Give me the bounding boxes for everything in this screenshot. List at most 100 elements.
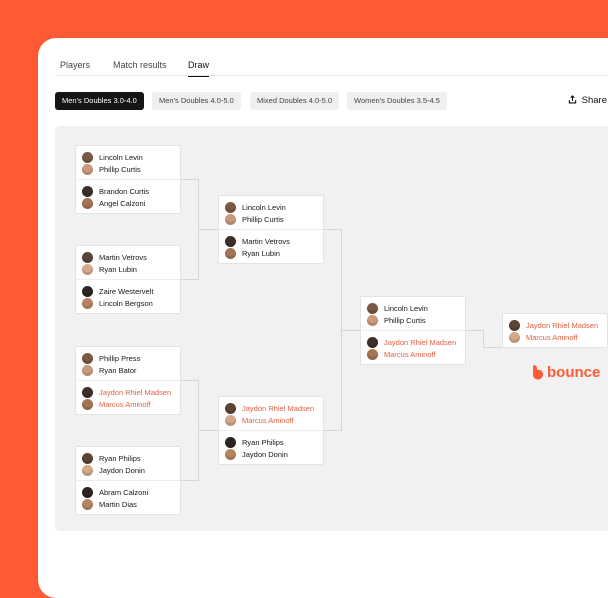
player-avatar bbox=[225, 247, 236, 259]
tab-match-results[interactable]: Match results bbox=[113, 60, 167, 76]
bracket-connector bbox=[198, 430, 218, 431]
player-name: Lincoln Bergson bbox=[99, 298, 153, 308]
player-name: Jaydon Rhiel Madsen bbox=[384, 337, 457, 347]
draw-bracket: Lincoln Levin Phillip Curtis Brandon Curti… bbox=[55, 126, 608, 531]
player-avatar bbox=[225, 436, 236, 448]
player-avatar bbox=[367, 348, 378, 360]
player-avatar bbox=[82, 163, 93, 175]
player-name: Marcus Aminoff bbox=[526, 332, 578, 342]
category-pill-mens-3-4[interactable]: Men's Doubles 3.0-4.0 bbox=[55, 92, 144, 110]
player-row: Abram Calzoni bbox=[82, 486, 180, 498]
player-row: Marcus Aminoff bbox=[82, 398, 180, 410]
winning-team: Jaydon Rhiel Madsen Marcus Aminoff bbox=[361, 330, 465, 364]
bounce-logo-text: bounce bbox=[547, 364, 601, 381]
player-name: Phillip Curtis bbox=[242, 214, 284, 224]
bounce-logo: bounce bbox=[532, 364, 600, 381]
match-card[interactable]: Lincoln Levin Phillip Curtis Martin Vetrov… bbox=[218, 195, 324, 264]
team: Martin Vetrovs Ryan Lubin bbox=[76, 246, 180, 279]
bracket-connector bbox=[181, 380, 198, 381]
player-name: Martin Vetrovs bbox=[242, 236, 290, 246]
team: Abram Calzoni Martin Dias bbox=[76, 480, 180, 514]
player-avatar bbox=[225, 414, 236, 426]
player-name: Jaydon Rhiel Madsen bbox=[99, 387, 172, 397]
winning-team: Jaydon Rhiel Madsen Marcus Aminoff bbox=[76, 380, 180, 414]
player-row: Zaire Westervelt bbox=[82, 285, 180, 297]
player-avatar bbox=[509, 331, 520, 343]
category-pill-mixed-4-5[interactable]: Mixed Doubles 4.0-5.0 bbox=[250, 92, 340, 110]
winning-team: Jaydon Rhiel Madsen Marcus Aminoff bbox=[219, 397, 323, 430]
player-row: Lincoln Levin bbox=[225, 201, 323, 213]
player-name: Ryan Philips bbox=[99, 453, 141, 463]
player-row: Jaydon Donin bbox=[82, 464, 180, 476]
app-window: Players Match results Draw Men's Doubles… bbox=[38, 38, 608, 598]
player-avatar bbox=[82, 185, 93, 197]
player-row: Phillip Curtis bbox=[225, 213, 323, 225]
player-row: Marcus Aminoff bbox=[509, 331, 607, 343]
player-avatar bbox=[82, 486, 93, 498]
team: Lincoln Levin Phillip Curtis bbox=[361, 297, 465, 330]
bracket-connector bbox=[181, 179, 198, 180]
player-avatar bbox=[367, 336, 378, 348]
player-name: Ryan Bator bbox=[99, 365, 137, 375]
player-name: Marcus Aminoff bbox=[384, 349, 436, 359]
match-card[interactable]: Ryan Philips Jaydon Donin Abram Calzoni Mar… bbox=[75, 446, 181, 515]
bracket-connector bbox=[181, 480, 198, 481]
player-name: Phillip Press bbox=[99, 353, 141, 363]
player-avatar bbox=[82, 364, 93, 376]
player-avatar bbox=[225, 201, 236, 213]
player-avatar bbox=[82, 498, 93, 510]
player-avatar bbox=[82, 352, 93, 364]
player-row: Martin Vetrovs bbox=[225, 235, 323, 247]
team: Lincoln Levin Phillip Curtis bbox=[219, 196, 323, 229]
tab-players[interactable]: Players bbox=[60, 60, 90, 76]
match-card[interactable]: Jaydon Rhiel Madsen Marcus Aminoff bbox=[502, 313, 608, 348]
player-row: Ryan Philips bbox=[82, 452, 180, 464]
player-row: Angel Calzoni bbox=[82, 197, 180, 209]
team: Ryan Philips Jaydon Donin bbox=[76, 447, 180, 480]
player-name: Marcus Aminoff bbox=[99, 399, 151, 409]
share-label: Share bbox=[581, 95, 607, 106]
player-row: Jaydon Donin bbox=[225, 448, 323, 460]
bracket-connector bbox=[483, 347, 502, 348]
player-name: Ryan Lubin bbox=[99, 264, 137, 274]
player-row: Jaydon Rhiel Madsen bbox=[367, 336, 465, 348]
player-avatar bbox=[82, 297, 93, 309]
player-row: Ryan Bator bbox=[82, 364, 180, 376]
player-avatar bbox=[82, 285, 93, 297]
match-card[interactable]: Phillip Press Ryan Bator Jaydon Rhiel Mads… bbox=[75, 346, 181, 415]
player-row: Brandon Curtis bbox=[82, 185, 180, 197]
player-name: Ryan Lubin bbox=[242, 248, 280, 258]
player-avatar bbox=[225, 213, 236, 225]
match-card[interactable]: Lincoln Levin Phillip Curtis Jaydon Rhiel … bbox=[360, 296, 466, 365]
team: Phillip Press Ryan Bator bbox=[76, 347, 180, 380]
player-name: Phillip Curtis bbox=[99, 164, 141, 174]
team: Lincoln Levin Phillip Curtis bbox=[76, 146, 180, 179]
share-button[interactable]: Share bbox=[568, 95, 607, 106]
bracket-connector bbox=[483, 330, 484, 347]
player-row: Phillip Curtis bbox=[367, 314, 465, 326]
player-row: Jaydon Rhiel Madsen bbox=[225, 402, 323, 414]
match-card[interactable]: Lincoln Levin Phillip Curtis Brandon Curti… bbox=[75, 145, 181, 214]
player-name: Marcus Aminoff bbox=[242, 415, 294, 425]
player-avatar bbox=[509, 319, 520, 331]
player-name: Lincoln Levin bbox=[99, 152, 143, 162]
bracket-connector bbox=[181, 279, 198, 280]
player-avatar bbox=[82, 452, 93, 464]
player-name: Phillip Curtis bbox=[384, 315, 426, 325]
player-avatar bbox=[82, 197, 93, 209]
category-pill-mens-4-5[interactable]: Men's Doubles 4.0-5.0 bbox=[152, 92, 241, 110]
player-name: Lincoln Levin bbox=[242, 202, 286, 212]
bracket-connector bbox=[198, 229, 218, 230]
match-card[interactable]: Jaydon Rhiel Madsen Marcus Aminoff Ryan Ph… bbox=[218, 396, 324, 465]
bracket-connector bbox=[466, 330, 483, 331]
team: Martin Vetrovs Ryan Lubin bbox=[219, 229, 323, 263]
player-row: Phillip Curtis bbox=[82, 163, 180, 175]
tab-bar: Players Match results Draw bbox=[60, 60, 608, 82]
player-row: Marcus Aminoff bbox=[225, 414, 323, 426]
match-card[interactable]: Martin Vetrovs Ryan Lubin Zaire Westervelt… bbox=[75, 245, 181, 314]
player-row: Ryan Lubin bbox=[225, 247, 323, 259]
team: Brandon Curtis Angel Calzoni bbox=[76, 179, 180, 213]
category-pill-womens-3-5[interactable]: Women's Doubles 3.5-4.5 bbox=[347, 92, 447, 110]
player-avatar bbox=[367, 302, 378, 314]
player-avatar bbox=[225, 235, 236, 247]
